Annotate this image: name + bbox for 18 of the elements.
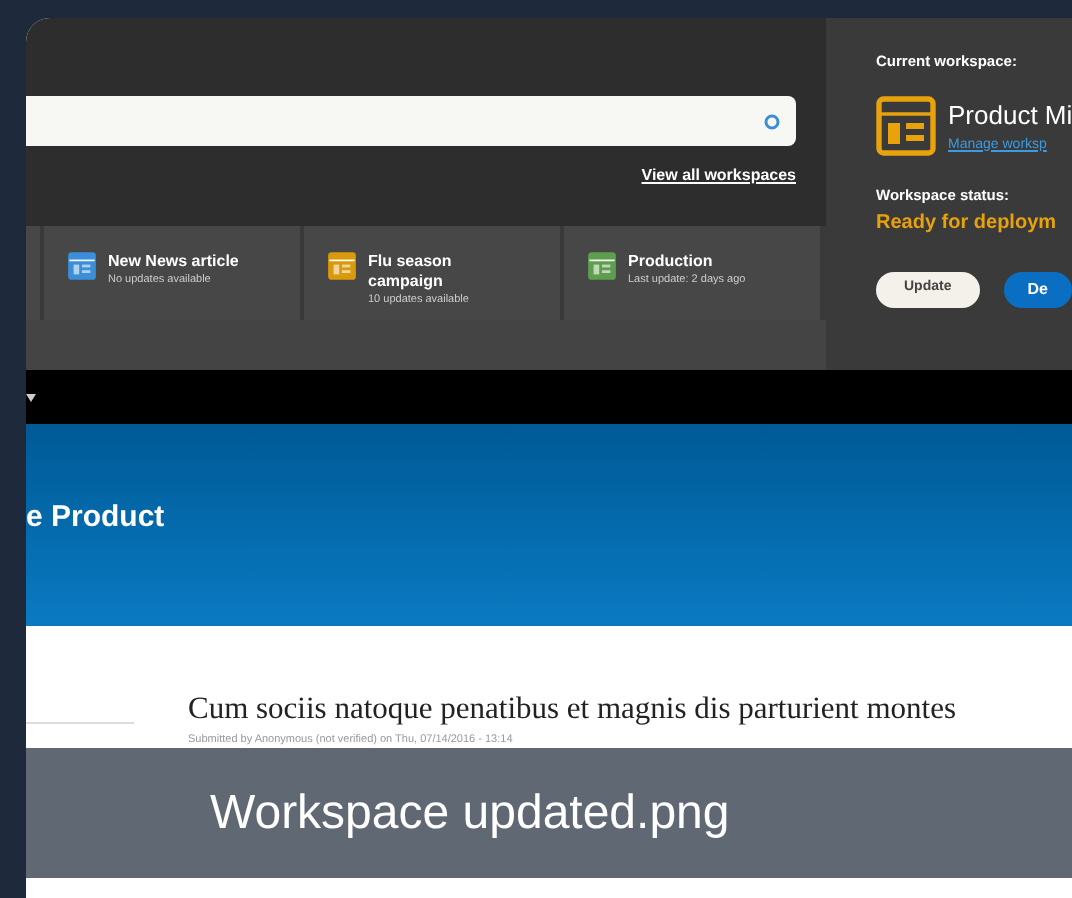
workspace-icon: [68, 252, 96, 280]
search-field[interactable]: [26, 96, 796, 146]
search-icon: [764, 113, 780, 129]
deploy-button[interactable]: De: [1003, 271, 1072, 307]
workspace-name: Production: [628, 252, 715, 272]
article-title: Cum sociis natoque penatibus et magnis dis parturient montes: [188, 690, 956, 730]
workspace-name: New News article: [108, 252, 239, 272]
caret-icon: [26, 393, 36, 401]
workspace-name: Flu season campaign: [368, 252, 454, 292]
workspace-name: Product Mi: [948, 98, 1072, 135]
workspace-icon: [588, 252, 616, 280]
view-all-link[interactable]: View all workspaces: [641, 164, 796, 188]
site-title: e Product: [26, 498, 165, 539]
workspace-icon: [876, 96, 936, 157]
workspace-card[interactable]: [26, 226, 40, 320]
workspace-icon: [328, 252, 356, 280]
workspace-status: Ready for deploym: [876, 209, 1059, 237]
filename-caption: Workspace updated.png: [26, 748, 1072, 878]
